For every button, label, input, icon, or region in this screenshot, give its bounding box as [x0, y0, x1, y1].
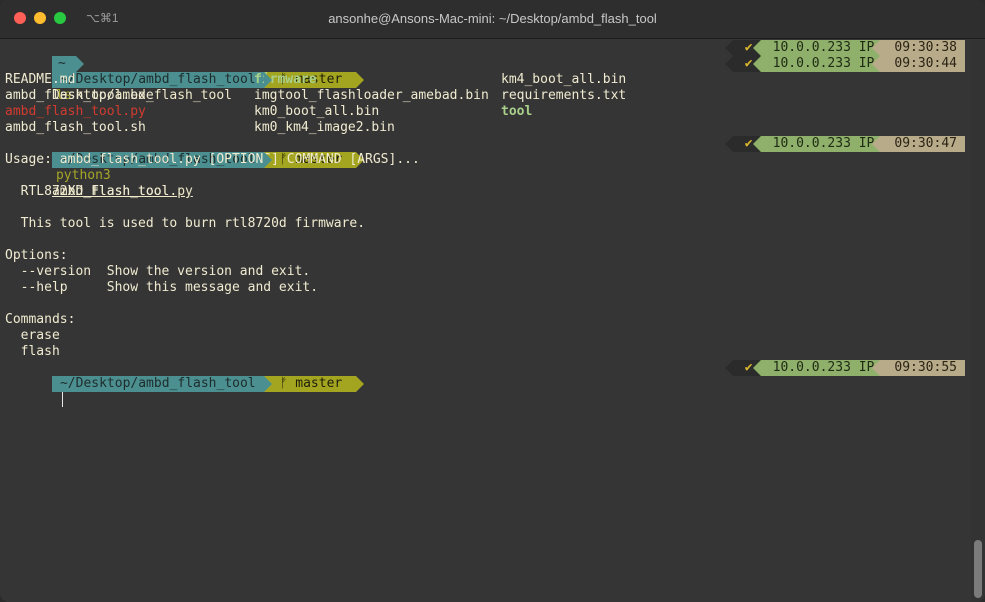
prompt-dir: ~/Desktop/ambd_flash_tool — [59, 376, 256, 391]
prompt-right-status: ✔ 10.0.0.233 IP 09:30:55 — [724, 360, 965, 376]
ip-segment: 10.0.0.233 IP — [752, 360, 881, 376]
ip-segment: 10.0.0.233 IP — [752, 56, 881, 72]
prompt-line: ~/Desktop/ambd_flash_tool ᚠ master python… — [5, 136, 365, 199]
ls-entry: README.md — [5, 72, 76, 87]
prompt-right-status: ✔ 10.0.0.233 IP 09:30:44 — [724, 56, 965, 72]
ip-segment: 10.0.0.233 IP — [752, 136, 881, 152]
ls-entry: ambd_flash_tool.sh — [5, 120, 146, 135]
ls-entry: ambd_flash_tool.py — [5, 104, 146, 119]
prompt-dir: ~/Desktop/ambd_flash_tool — [59, 72, 256, 87]
title-bar[interactable]: ⌥⌘1 ansonhe@Ansons-Mac-mini: ~/Desktop/a… — [0, 0, 985, 39]
time-segment: 09:30:44 — [872, 56, 965, 72]
time-segment: 09:30:38 — [872, 40, 965, 56]
prompt-dir-segment: ~/Desktop/ambd_flash_tool — [51, 72, 272, 88]
terminal-output[interactable]: ~ cd Desktop/ambd_flash_tool ✔ 10.0.0.23… — [0, 40, 985, 602]
prompt-dir-segment: ~/Desktop/ambd_flash_tool — [51, 376, 272, 392]
output-line: --version Show the version and exit. — [5, 264, 311, 279]
time-segment: 09:30:47 — [872, 136, 965, 152]
prompt-line[interactable]: ~/Desktop/ambd_flash_tool ᚠ master — [5, 360, 365, 407]
git-branch: ᚠ master — [279, 376, 343, 391]
text-cursor[interactable] — [61, 392, 63, 407]
command-name: python3 — [55, 168, 111, 183]
terminal-window: ⌥⌘1 ansonhe@Ansons-Mac-mini: ~/Desktop/a… — [0, 0, 985, 602]
time-segment: 09:30:55 — [872, 360, 965, 376]
ls-entry: km0_km4_image2.bin — [254, 120, 395, 135]
output-line: Usage: ambd_flash_tool.py [OPTIONS] COMM… — [5, 152, 420, 167]
ip-segment: 10.0.0.233 IP — [752, 40, 881, 56]
window-title: ansonhe@Ansons-Mac-mini: ~/Desktop/ambd_… — [328, 11, 657, 26]
prompt-right-status: ✔ 10.0.0.233 IP 09:30:38 — [724, 40, 965, 56]
scrollbar-track[interactable] — [971, 40, 985, 602]
prompt-line: ~/Desktop/ambd_flash_tool ᚠ master ls — [5, 56, 365, 103]
output-line: flash — [5, 344, 60, 359]
ls-entry: ambd_flash_tool.exe — [5, 88, 154, 103]
ls-entry: km4_boot_all.bin — [501, 72, 627, 87]
output-line: RTL872XD Flash tool — [5, 184, 170, 199]
prompt-line: ~ cd Desktop/ambd_flash_tool — [5, 40, 232, 103]
ls-entry: km0_boot_all.bin — [254, 104, 380, 119]
output-line: Options: — [5, 248, 68, 263]
output-line: Commands: — [5, 312, 76, 327]
ls-entry: requirements.txt — [501, 88, 627, 103]
ls-entry: tool — [501, 104, 533, 119]
output-line: This tool is used to burn rtl8720d firmw… — [5, 216, 366, 231]
prompt-git-segment: ᚠ master — [263, 376, 365, 392]
prompt-right-status: ✔ 10.0.0.233 IP 09:30:47 — [724, 136, 965, 152]
output-line: erase — [5, 328, 60, 343]
ls-entry: imgtool_flashloader_amebad.bin — [254, 88, 489, 103]
output-line: --help Show this message and exit. — [5, 280, 319, 295]
scrollbar-thumb[interactable] — [974, 540, 982, 598]
